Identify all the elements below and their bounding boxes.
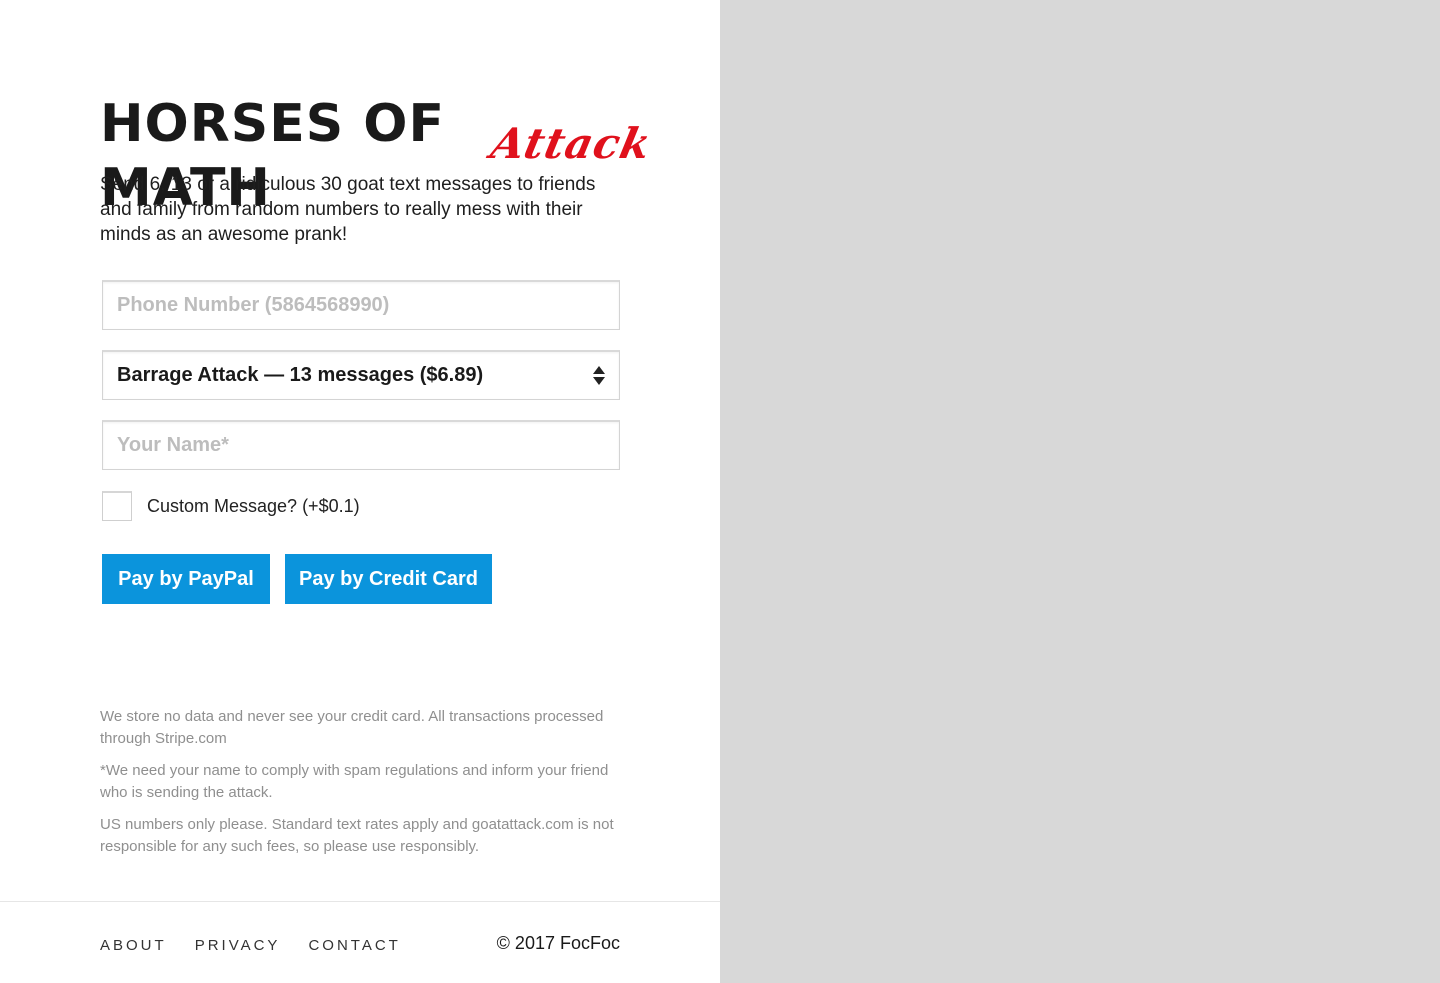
name-input[interactable] [117,422,605,469]
brand-accent: Attack [486,119,656,168]
footer-link-contact[interactable]: CONTACT [308,937,400,954]
footer: ABOUT PRIVACY CONTACT © 2017 FocFoc [0,901,720,983]
footer-nav: ABOUT PRIVACY CONTACT [100,937,401,954]
pay-paypal-button[interactable]: Pay by PayPal [102,554,270,604]
brand-logo: HORSES OF MATH Attack [100,92,656,218]
select-arrows-icon [593,366,605,385]
notes: We store no data and never see your cred… [100,706,625,868]
custom-message-row[interactable]: Custom Message? (+$0.1) [102,491,360,521]
note-us-only: US numbers only please. Standard text ra… [100,816,614,855]
custom-message-label[interactable]: Custom Message? (+$0.1) [147,496,360,517]
phone-input[interactable] [117,282,605,329]
footer-link-privacy[interactable]: PRIVACY [195,937,281,954]
copyright: © 2017 FocFoc [496,933,620,953]
package-select[interactable]: Barrage Attack — 13 messages ($6.89) [102,350,620,400]
intro-text: Send 6, 13 or a ridiculous 30 goat text … [100,174,596,245]
footer-link-about[interactable]: ABOUT [100,937,167,954]
name-field[interactable] [102,420,620,470]
right-image-panel [720,0,1440,983]
left-panel: HORSES OF MATH Attack Send 6, 13 or a ri… [0,0,720,983]
custom-message-checkbox[interactable] [102,491,132,521]
pay-credit-card-button[interactable]: Pay by Credit Card [285,554,492,604]
note-name: *We need your name to comply with spam r… [100,762,609,801]
note-privacy: We store no data and never see your cred… [100,708,604,747]
phone-field[interactable] [102,280,620,330]
package-selected-value: Barrage Attack — 13 messages ($6.89) [117,364,484,386]
